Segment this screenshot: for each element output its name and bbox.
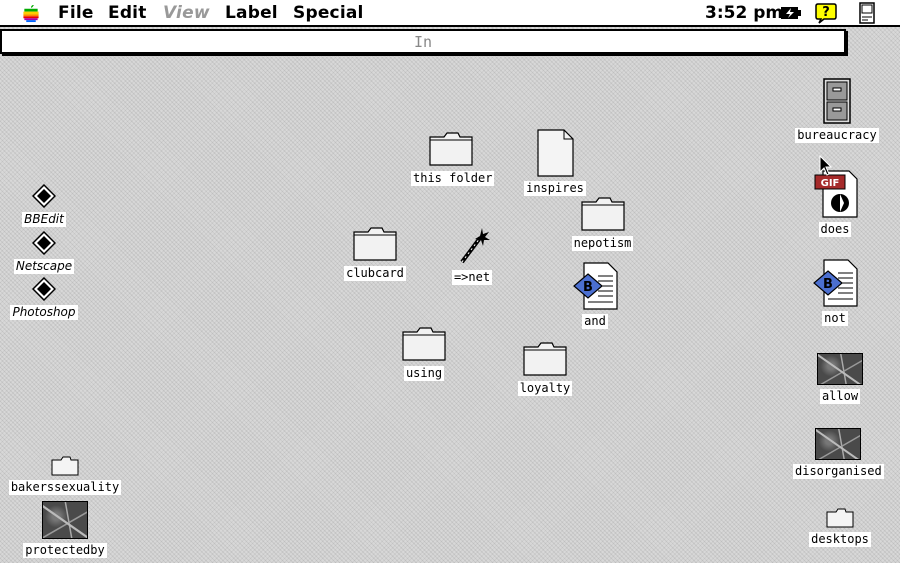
menu-clock[interactable]: 3:52 pm [705,3,783,23]
file-not[interactable]: B not [810,259,860,326]
small-folder-icon [51,456,79,476]
icon-label: bakerssexuality [8,480,122,495]
icon-label: nepotism [571,236,634,251]
drawer-bureaucracy[interactable]: bureaucracy [792,78,882,143]
icon-label: =>net [451,270,493,285]
folder-loyalty[interactable]: loyalty [509,341,581,396]
alias-netscape[interactable]: Netscape [8,231,80,274]
icon-label: disorganised [793,464,884,479]
file-does[interactable]: GIF does [805,170,865,237]
bbedit-document-icon: B [573,262,618,310]
balloon-help-icon[interactable]: ? [815,2,837,24]
application-diamond-icon [32,184,56,208]
photo-thumbnail-icon [815,428,861,460]
folder-icon [429,132,473,166]
window-title-bar[interactable]: In [0,29,846,54]
icon-label: BBEdit [22,212,66,227]
folder-clubcard[interactable]: clubcard [339,226,411,281]
menu-label[interactable]: Label [225,3,278,23]
folder-using[interactable]: using [388,326,460,381]
folder-bakerssexuality[interactable]: bakerssexuality [5,456,125,495]
alias-photoshop[interactable]: Photoshop [6,277,82,320]
file-inspires[interactable]: inspires [520,129,590,196]
folder-icon [353,227,397,261]
svg-text:B: B [823,277,833,292]
photo-thumbnail-icon [817,353,863,385]
folder-this-folder[interactable]: this folder [411,131,495,186]
battery-charging-icon[interactable] [781,6,801,20]
svg-text:?: ? [822,5,830,20]
menu-bar: File Edit View Label Special 3:52 pm ? [0,0,900,27]
image-protectedby[interactable]: protectedby [20,501,110,558]
icon-label: using [403,366,445,381]
icon-label: desktops [809,532,871,547]
gif-badge: GIF [821,178,840,189]
mouse-pointer-icon [819,155,833,176]
image-disorganised[interactable]: disorganised [793,428,884,479]
icon-label: Netscape [13,259,75,274]
folder-icon [523,342,567,376]
folder-icon [402,327,446,361]
icon-label: and [582,314,608,329]
apple-menu-icon[interactable] [22,4,40,23]
folder-nepotism[interactable]: nepotism [565,196,640,251]
application-menu-icon[interactable] [858,2,876,24]
icon-label: does [818,222,852,237]
application-diamond-icon [32,277,56,301]
folder-desktops[interactable]: desktops [805,508,875,547]
bbedit-document-icon: B [813,259,858,307]
icon-label: this folder [411,171,495,186]
filing-cabinet-icon [823,78,851,124]
icon-label: Photoshop [10,305,78,320]
svg-text:B: B [583,280,593,295]
document-icon [537,129,574,177]
icon-label: loyalty [517,381,573,396]
icon-label: inspires [524,181,586,196]
window-title: In [413,33,433,51]
icon-label: protectedby [23,543,107,558]
menu-file[interactable]: File [58,3,94,23]
icon-label: not [822,311,848,326]
menu-edit[interactable]: Edit [108,3,147,23]
image-allow[interactable]: allow [805,353,875,404]
folder-icon [580,197,625,231]
photo-thumbnail-icon [42,501,88,539]
file-and[interactable]: B and [570,262,620,329]
small-folder-icon [826,508,854,528]
icon-label: clubcard [344,266,406,281]
magic-wand-icon [460,228,490,264]
alias-bbedit[interactable]: BBEdit [8,184,80,227]
application-diamond-icon [32,231,56,255]
alias-net[interactable]: =>net [447,226,497,285]
icon-label: allow [819,389,861,404]
menu-special[interactable]: Special [293,3,364,23]
icon-label: bureaucracy [795,128,879,143]
menu-view[interactable]: View [163,3,210,23]
gif-document-icon: GIF [814,170,858,218]
